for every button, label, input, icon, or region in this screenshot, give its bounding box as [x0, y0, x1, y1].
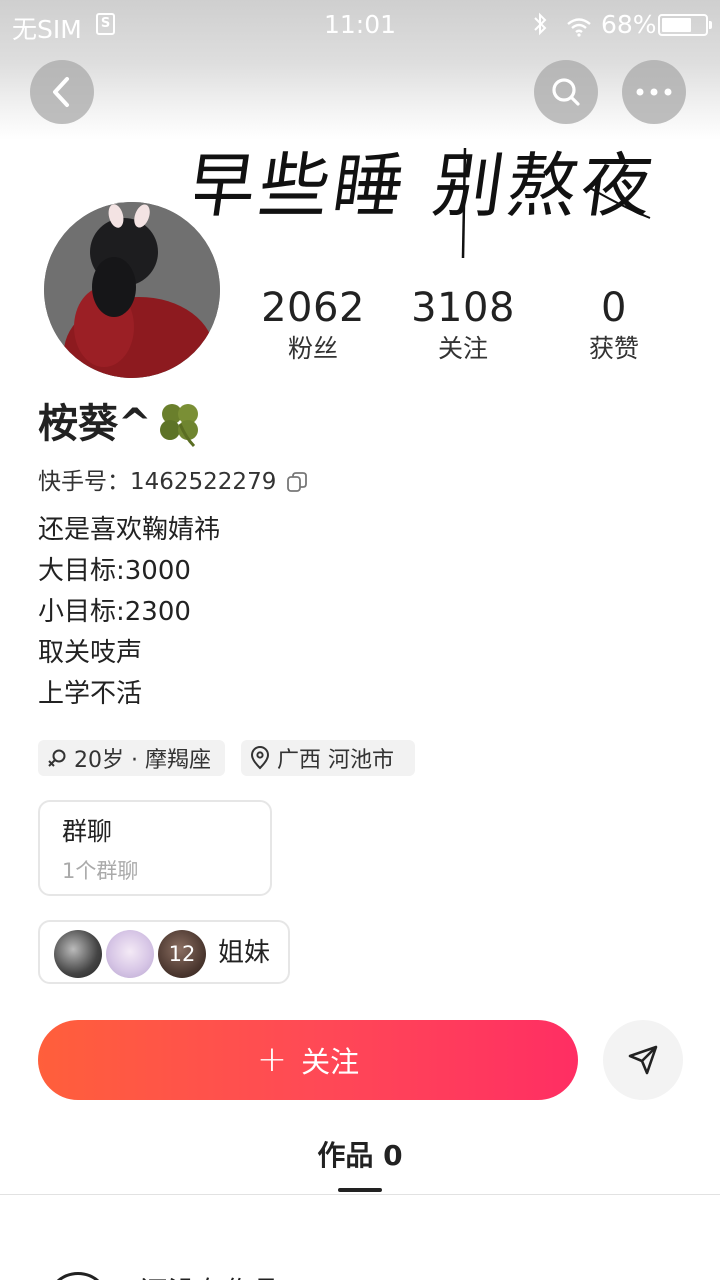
- likes-label: 获赞: [588, 334, 639, 363]
- more-icon: [636, 88, 672, 96]
- stat-following[interactable]: 3108 关注: [393, 284, 533, 364]
- sisters-card[interactable]: 12 姐妹: [38, 920, 290, 984]
- stat-likes[interactable]: 0 获赞: [544, 284, 684, 364]
- empty-state-text: 还没有作品: [140, 1270, 280, 1280]
- sisters-label: 姐妹: [218, 938, 271, 968]
- bio: 还是喜欢鞠婧祎 大目标:3000 小目标:2300 取关吱声 上学不活: [38, 510, 220, 715]
- following-count: 3108: [411, 285, 515, 331]
- location-pin-icon: [250, 746, 270, 770]
- likes-count: 0: [601, 285, 627, 331]
- avatar[interactable]: [44, 202, 220, 378]
- empty-state: 还没有作品: [0, 1262, 720, 1280]
- stat-fans[interactable]: 2062 粉丝: [243, 284, 383, 364]
- battery-icon: [658, 14, 712, 36]
- location-tag: 广西 河池市: [241, 740, 415, 776]
- search-icon: [552, 78, 580, 106]
- female-icon: [48, 749, 66, 767]
- sister-avatar: [106, 930, 154, 978]
- fans-label: 粉丝: [287, 334, 338, 363]
- nickname: 桉葵^: [38, 401, 152, 447]
- copy-icon[interactable]: [286, 471, 308, 493]
- following-label: 关注: [437, 334, 488, 363]
- group-chat-title: 群聊: [62, 817, 113, 846]
- tab-indicator: [338, 1188, 382, 1192]
- banner-handwriting: 早些睡 别熬夜: [195, 145, 661, 259]
- share-button[interactable]: [603, 1020, 683, 1100]
- location-text: 广西 河池市: [277, 748, 394, 773]
- status-bar: 无SIM S 11:01 68%: [0, 0, 720, 50]
- plus-icon: +: [256, 1039, 288, 1080]
- sister-avatar: [54, 930, 102, 978]
- bio-line: 还是喜欢鞠婧祎: [38, 515, 221, 545]
- battery-fill: [662, 18, 691, 32]
- back-button[interactable]: [30, 60, 94, 124]
- bio-line: 上学不活: [38, 679, 143, 709]
- sister-count-avatar: 12: [158, 930, 206, 978]
- avatar-image: [44, 202, 220, 378]
- battery-percentage: 68%: [601, 10, 657, 39]
- kuaishou-id-row: 快手号：1462522279: [38, 466, 308, 498]
- follow-button[interactable]: + 关注: [38, 1020, 578, 1100]
- banner-text: 早些睡 别熬夜: [195, 145, 661, 227]
- empty-state-icon: [46, 1272, 110, 1280]
- tab-works[interactable]: 作品 0: [0, 1136, 720, 1176]
- bio-line: 取关吱声: [38, 638, 143, 668]
- more-button[interactable]: [622, 60, 686, 124]
- wifi-icon: [566, 14, 592, 43]
- age-tag: 20岁 · 摩羯座: [38, 740, 225, 776]
- age-text: 20岁 · 摩羯座: [74, 748, 211, 773]
- follow-label: 关注: [301, 1045, 360, 1079]
- kuaishou-id: 快手号：1462522279: [38, 469, 277, 495]
- nickname-row: 桉葵^: [38, 398, 206, 450]
- group-chat-subtitle: 1个群聊: [62, 859, 139, 883]
- back-icon: [53, 77, 69, 107]
- group-chat-card[interactable]: 群聊 1个群聊: [38, 800, 272, 896]
- fans-count: 2062: [261, 285, 365, 331]
- bio-line: 小目标:2300: [38, 597, 191, 627]
- send-icon: [628, 1045, 658, 1075]
- divider: [0, 1194, 720, 1195]
- bluetooth-icon: [532, 11, 548, 43]
- clover-icon: [159, 404, 198, 448]
- search-button[interactable]: [534, 60, 598, 124]
- bio-line: 大目标:3000: [38, 556, 191, 586]
